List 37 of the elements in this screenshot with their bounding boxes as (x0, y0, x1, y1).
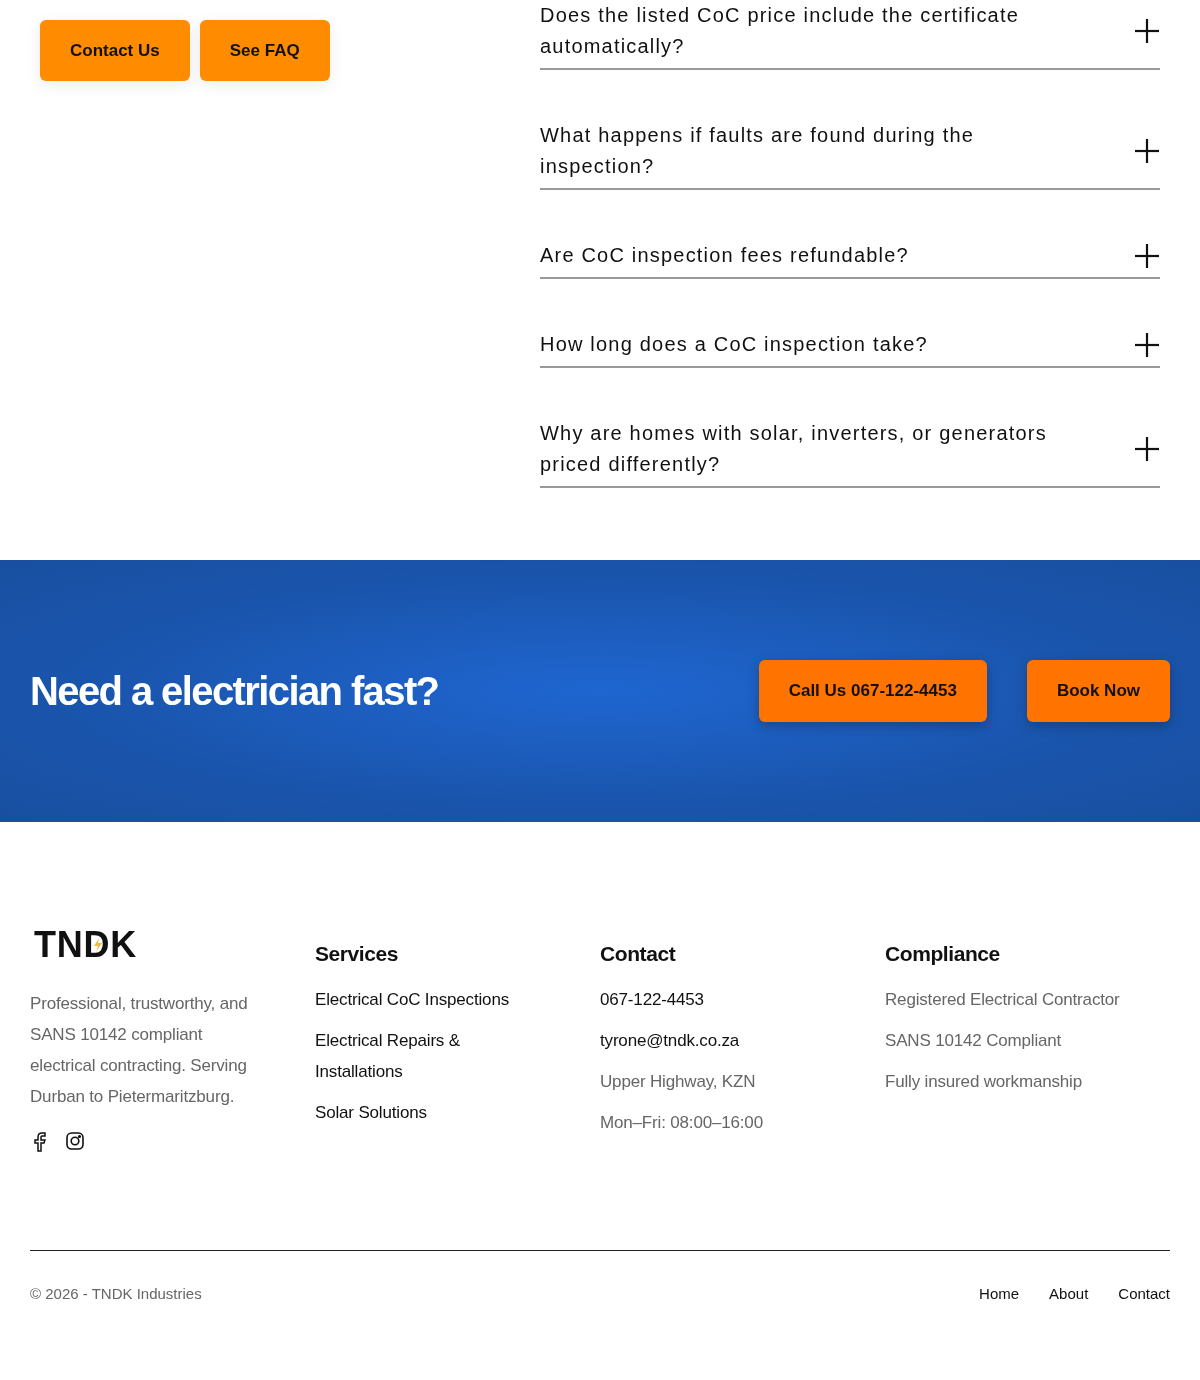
footer-nav-link[interactable]: Contact (1118, 1283, 1170, 1306)
logo: TNDK (34, 930, 137, 960)
footer-heading: Services (315, 941, 400, 967)
hero-button[interactable]: Contact Us (40, 20, 190, 81)
faq-question: Does the listed CoC price include the certificate automatically? (540, 3, 1020, 59)
faq-item[interactable]: How long does a CoC inspection take? (540, 279, 1160, 368)
faq-question: Why are homes with solar, inverters, or generators priced differently? (540, 421, 1048, 477)
footer-link[interactable]: Electrical Repairs & Installations (315, 1024, 550, 1087)
footer-link[interactable]: tyrone@tndk.co.za (600, 1024, 835, 1056)
faq-item[interactable]: Why are homes with solar, inverters, or generators priced differently? (540, 368, 1160, 488)
footer-heading: Compliance (885, 941, 1001, 967)
faq-item[interactable]: Are CoC inspection fees refundable? (540, 190, 1160, 279)
footer-nav-link[interactable]: Home (979, 1283, 1020, 1306)
footer-heading: Contact (600, 941, 677, 967)
faq-item[interactable]: Does the listed CoC price include the certificate automatically? (540, 0, 1160, 70)
faq-question: Are CoC inspection fees refundable? (540, 243, 909, 268)
faq-question: What happens if faults are found during the inspection? (540, 123, 976, 179)
faq-item[interactable]: What happens if faults are found during the inspection? (540, 70, 1160, 190)
instagram-icon[interactable] (66, 1132, 84, 1150)
cta-button[interactable]: Call Us 067-122-4453 (758, 660, 987, 722)
footer-description: Professional, trustworthy, and SANS 10142 compliant electrical contracting. Serving Durban to Pietermaritzburg. (30, 993, 249, 1108)
facebook-icon[interactable] (34, 1132, 46, 1152)
cta-heading: Need a electrician fast? (30, 668, 439, 715)
footer-link[interactable]: 067-122-4453 (600, 983, 835, 1015)
footer-text: SANS 10142 Compliant (885, 1029, 1063, 1052)
footer-text: Upper Highway, KZN (600, 1070, 757, 1093)
footer-text: Mon–Fri: 08:00–16:00 (600, 1111, 764, 1134)
hero-button[interactable]: See FAQ (199, 20, 330, 81)
footer-link[interactable]: Electrical CoC Inspections (315, 983, 550, 1015)
footer-text: Fully insured workmanship (885, 1070, 1083, 1093)
copyright: © 2026 - TNDK Industries (30, 1284, 202, 1304)
cta-button[interactable]: Book Now (1026, 660, 1170, 722)
footer-link[interactable]: Solar Solutions (315, 1096, 550, 1128)
lightning-icon (93, 938, 103, 952)
footer-nav-link[interactable]: About (1049, 1283, 1089, 1306)
footer-text: Registered Electrical Contractor (885, 988, 1120, 1011)
faq-question: How long does a CoC inspection take? (540, 332, 928, 357)
